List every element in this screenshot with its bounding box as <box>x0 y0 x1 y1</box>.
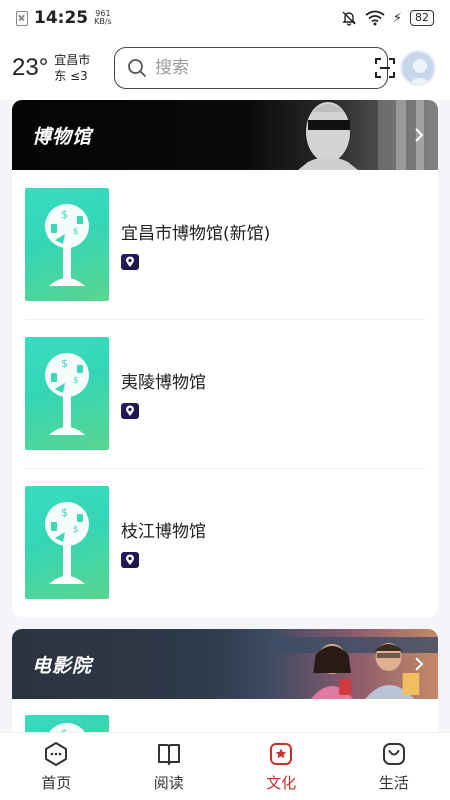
life-icon <box>382 742 405 765</box>
tab-reading[interactable]: 阅读 <box>113 733 226 800</box>
wifi-icon <box>365 10 385 26</box>
cinema-audience-image <box>273 637 438 699</box>
venue-name: 枝江博物馆 <box>121 522 206 542</box>
tab-home[interactable]: 首页 <box>0 733 113 800</box>
home-icon <box>45 741 68 766</box>
status-time: 14:25 <box>34 8 89 28</box>
search-input[interactable] <box>155 58 374 78</box>
chevron-right-icon <box>415 128 424 142</box>
search-icon <box>128 59 146 77</box>
search-bar[interactable] <box>114 47 395 89</box>
weather-widget[interactable]: 23° 宜昌市 东 ≤3 <box>12 52 112 84</box>
venue-thumbnail: $ $ <box>25 188 109 301</box>
tree-logo-icon: $ $ <box>45 352 89 435</box>
cinema-banner[interactable]: 电影院 <box>12 629 438 699</box>
museum-banner-title: 博物馆 <box>32 125 93 148</box>
tab-home-label: 首页 <box>41 773 72 792</box>
tree-logo-icon: $ $ <box>45 501 89 584</box>
svg-text:$: $ <box>61 506 68 519</box>
tree-logo-icon: $ $ <box>45 203 89 286</box>
venue-thumbnail: $ <box>25 715 109 732</box>
user-avatar[interactable] <box>400 50 436 86</box>
venue-thumbnail: $ $ <box>25 337 109 450</box>
tab-culture-label: 文化 <box>266 773 297 792</box>
venue-item[interactable]: $ $ 宜昌市博物馆(新馆) <box>12 170 438 319</box>
bottom-tab-bar: 首页 阅读 文化 生活 <box>0 732 450 800</box>
museum-banner[interactable]: 博物馆 <box>12 100 438 170</box>
location-pin-icon[interactable] <box>121 403 139 419</box>
tab-culture[interactable]: 文化 <box>225 733 338 800</box>
book-icon <box>157 743 180 765</box>
top-header: 23° 宜昌市 东 ≤3 <box>0 36 450 100</box>
weather-wind: 东 ≤3 <box>54 69 88 83</box>
chevron-right-icon <box>415 657 424 671</box>
tab-reading-label: 阅读 <box>153 773 184 792</box>
location-pin-icon[interactable] <box>121 552 139 568</box>
venue-item-partial[interactable]: $ <box>12 699 438 732</box>
tab-life-label: 生活 <box>378 773 409 792</box>
mute-bell-icon <box>342 11 356 26</box>
venue-thumbnail: $ $ <box>25 486 109 599</box>
no-sim-icon <box>16 10 28 26</box>
svg-text:$: $ <box>73 227 79 237</box>
charging-icon: ⚡ <box>392 10 402 26</box>
statue-image <box>298 100 438 170</box>
tree-logo-icon: $ <box>49 723 85 732</box>
svg-text:$: $ <box>61 208 68 221</box>
status-bar: 14:25 961 KB/s ⚡ 82 <box>0 0 450 36</box>
venue-item[interactable]: $ $ 枝江博物馆 <box>12 468 438 617</box>
svg-text:$: $ <box>73 525 79 535</box>
location-pin-icon[interactable] <box>121 254 139 270</box>
scan-icon[interactable] <box>374 57 396 79</box>
svg-text:$: $ <box>73 376 79 386</box>
venue-name: 夷陵博物馆 <box>121 373 206 393</box>
museum-section: 博物馆 $ $ 宜昌市博物馆(新馆) $ $ 夷陵博物馆 $ $ 枝江博物馆 <box>12 100 438 617</box>
venue-name: 宜昌市博物馆(新馆) <box>121 224 271 244</box>
weather-city: 宜昌市 <box>54 53 91 67</box>
tab-life[interactable]: 生活 <box>338 733 450 800</box>
network-speed: 961 KB/s <box>94 10 112 26</box>
temperature: 23° <box>12 54 49 81</box>
cinema-section: 电影院 $ <box>12 629 438 732</box>
content-area[interactable]: 博物馆 $ $ 宜昌市博物馆(新馆) $ $ 夷陵博物馆 $ $ 枝江博物馆 电… <box>12 100 438 732</box>
avatar-icon <box>408 59 432 84</box>
battery-level: 82 <box>410 10 434 26</box>
svg-text:$: $ <box>61 357 68 370</box>
culture-icon <box>270 742 293 765</box>
venue-item[interactable]: $ $ 夷陵博物馆 <box>12 319 438 468</box>
cinema-banner-title: 电影院 <box>32 654 93 677</box>
network-speed-unit: KB/s <box>94 17 112 26</box>
